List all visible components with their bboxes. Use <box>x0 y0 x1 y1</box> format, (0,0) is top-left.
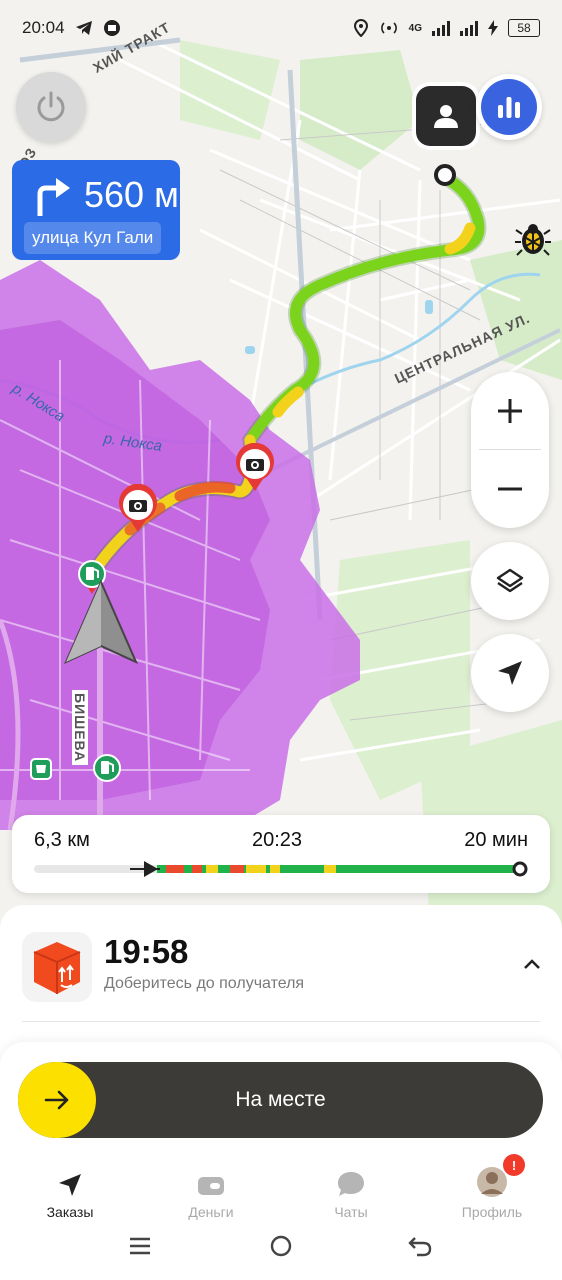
speed-camera-icon-2[interactable] <box>117 484 159 534</box>
gas-station-icon-2[interactable] <box>93 754 121 782</box>
arrow-right-icon <box>44 1090 69 1110</box>
parcel-box-icon <box>33 942 81 994</box>
status-right: 4G 58 <box>353 19 540 37</box>
turn-right-arrow-icon <box>37 178 70 216</box>
zoom-controls <box>471 372 549 528</box>
slider-knob[interactable] <box>18 1062 96 1138</box>
back-icon <box>408 1237 432 1257</box>
destination-marker[interactable] <box>434 164 456 186</box>
maneuver-distance: 560 м <box>84 174 179 215</box>
speed-camera-icon[interactable] <box>234 443 276 493</box>
signal-icon <box>432 20 450 36</box>
profile-badge: ! <box>503 1154 525 1176</box>
order-icon <box>22 932 92 1002</box>
home-circle-icon <box>270 1235 292 1257</box>
layers-button[interactable] <box>471 542 549 620</box>
route-progress-track <box>34 865 524 873</box>
bug-report-icon[interactable] <box>514 220 552 258</box>
signal-icon-2 <box>460 20 478 36</box>
navigation-arrow-icon <box>498 661 522 685</box>
recent-apps-button[interactable] <box>120 1226 160 1266</box>
arrived-slider[interactable]: На месте <box>18 1062 543 1138</box>
wallet-icon <box>198 1177 224 1195</box>
plus-icon <box>498 399 522 423</box>
route-end-dot-icon <box>512 861 528 877</box>
status-time: 20:04 <box>22 18 65 37</box>
navigation-arrow-icon <box>59 1174 81 1196</box>
person-icon <box>434 105 458 128</box>
power-icon <box>37 91 65 122</box>
layers-icon <box>496 568 524 593</box>
menu-icon <box>130 1237 150 1255</box>
contact-button[interactable] <box>416 86 476 146</box>
arrived-label: На месте <box>235 1088 326 1111</box>
chevron-up-icon[interactable] <box>520 953 544 977</box>
maneuver-card[interactable]: 560 м улица Кул Гали <box>12 160 180 260</box>
street-label-bisheva: БИШЕВА <box>72 690 88 766</box>
zoom-in-button[interactable] <box>471 372 549 450</box>
status-left: 20:04 <box>22 18 121 38</box>
my-location-button[interactable] <box>471 634 549 712</box>
statistics-button[interactable] <box>476 74 542 140</box>
battery-icon: 58 <box>508 19 540 37</box>
charging-icon <box>488 20 498 36</box>
progress-marker-icon <box>130 861 160 877</box>
status-bar: 20:04 4G 58 <box>0 0 562 56</box>
statistics-badge <box>481 79 537 135</box>
hotspot-icon <box>380 22 397 34</box>
route-duration: 20 мин <box>464 829 528 851</box>
sheet-divider <box>22 1021 540 1022</box>
app-notification-icon <box>103 20 120 36</box>
power-button[interactable] <box>16 72 86 142</box>
chat-bubble-icon <box>338 1172 364 1196</box>
home-button[interactable] <box>261 1226 301 1266</box>
route-arrival-time: 20:23 <box>252 829 303 851</box>
current-position-arrow-icon <box>64 580 138 664</box>
telegram-icon <box>75 21 92 35</box>
route-distance: 6,3 км <box>34 829 90 851</box>
zoom-out-button[interactable] <box>471 450 549 528</box>
maneuver-street: улица Кул Гали <box>24 222 162 254</box>
network-type: 4G <box>408 22 422 34</box>
order-hint: Доберитесь до получателя <box>104 975 305 992</box>
shop-icon[interactable] <box>30 758 52 780</box>
bar-chart-icon <box>498 97 520 118</box>
order-deadline: 19:58 <box>104 933 189 970</box>
minus-icon <box>498 487 522 491</box>
route-summary[interactable]: 6,3 км 20:23 20 мин <box>12 815 550 893</box>
location-icon <box>353 19 368 37</box>
system-navigation-bar <box>0 1208 562 1280</box>
back-button[interactable] <box>400 1226 440 1266</box>
avatar-icon <box>477 1167 507 1197</box>
